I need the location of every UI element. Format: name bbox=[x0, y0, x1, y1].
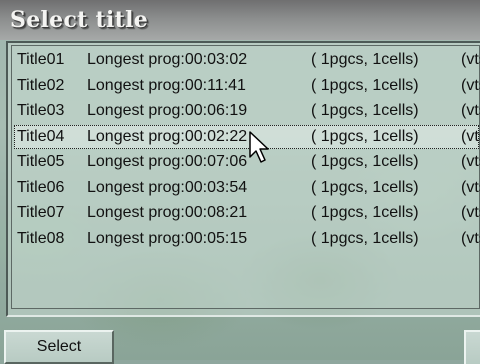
list-item[interactable]: Title05 Longest prog:00:07:06 ( 1pgcs, 1ce… bbox=[14, 150, 480, 174]
title-cell: Title08 bbox=[17, 229, 65, 247]
pgcs-cell: ( 1pgcs, 1cells) bbox=[311, 51, 419, 68]
list-item[interactable]: Title08 Longest prog:00:05:15 ( 1pgcs, 1ce… bbox=[14, 227, 480, 251]
pgcs-cell: ( 1pgcs, 1cells) bbox=[311, 153, 419, 170]
vts-cell: (vts bbox=[461, 153, 480, 170]
pgcs-cell: ( 1pgcs, 1cells) bbox=[311, 127, 419, 145]
prog-cell: Longest prog:00:03:54 bbox=[87, 178, 248, 196]
title-cell: Title02 bbox=[17, 76, 65, 94]
title-list-frame: Title01 Longest prog:00:03:02 ( 1pgcs, 1ce… bbox=[6, 41, 480, 317]
list-item[interactable]: Title01 Longest prog:00:03:02 ( 1pgcs, 1ce… bbox=[14, 48, 480, 72]
dialog-title: Select title bbox=[10, 7, 149, 33]
vts-cell: (vts bbox=[461, 204, 480, 221]
prog-cell: Longest prog:00:05:15 bbox=[87, 229, 248, 247]
prog-cell: Longest prog:00:07:06 bbox=[87, 153, 248, 170]
select-button[interactable]: Select bbox=[4, 330, 114, 364]
title-cell: Title03 bbox=[17, 102, 65, 119]
pgcs-cell: ( 1pgcs, 1cells) bbox=[311, 204, 419, 221]
vts-cell: (vts bbox=[461, 229, 480, 247]
mouse-pointer-icon bbox=[249, 131, 269, 163]
prog-cell: Longest prog:00:06:19 bbox=[87, 102, 248, 119]
list-item[interactable]: Title04 Longest prog:00:02:22 ( 1pgcs, 1ce… bbox=[14, 124, 480, 149]
pgcs-cell: ( 1pgcs, 1cells) bbox=[311, 178, 419, 196]
pgcs-cell: ( 1pgcs, 1cells) bbox=[311, 229, 419, 247]
list-item[interactable]: Title02 Longest prog:00:11:41 ( 1pgcs, 1ce… bbox=[14, 74, 480, 98]
title-cell: Title04 bbox=[17, 127, 65, 145]
pgcs-cell: ( 1pgcs, 1cells) bbox=[311, 102, 419, 119]
title-cell: Title07 bbox=[17, 204, 65, 221]
vts-cell: (vts bbox=[461, 51, 480, 68]
vts-cell: (vts bbox=[461, 127, 480, 145]
dialog-title-bar: Select title bbox=[0, 0, 480, 40]
prog-cell: Longest prog:00:11:41 bbox=[87, 76, 246, 94]
list-item[interactable]: Title07 Longest prog:00:08:21 ( 1pgcs, 1ce… bbox=[14, 201, 480, 225]
title-cell: Title06 bbox=[17, 178, 65, 196]
prog-cell: Longest prog:00:03:02 bbox=[87, 51, 248, 68]
title-cell: Title01 bbox=[17, 51, 65, 68]
title-cell: Title05 bbox=[17, 153, 65, 170]
list-item[interactable]: Title06 Longest prog:00:03:54 ( 1pgcs, 1ce… bbox=[14, 176, 480, 200]
vts-cell: (vts bbox=[461, 102, 480, 119]
prog-cell: Longest prog:00:08:21 bbox=[87, 204, 248, 221]
vts-cell: (vts bbox=[461, 76, 480, 94]
prog-cell: Longest prog:00:02:22 bbox=[87, 127, 248, 145]
partial-right-button[interactable] bbox=[464, 330, 480, 364]
list-item[interactable]: Title03 Longest prog:00:06:19 ( 1pgcs, 1ce… bbox=[14, 99, 480, 123]
title-list[interactable]: Title01 Longest prog:00:03:02 ( 1pgcs, 1ce… bbox=[11, 45, 480, 309]
vts-cell: (vts bbox=[461, 178, 480, 196]
pgcs-cell: ( 1pgcs, 1cells) bbox=[311, 76, 419, 94]
